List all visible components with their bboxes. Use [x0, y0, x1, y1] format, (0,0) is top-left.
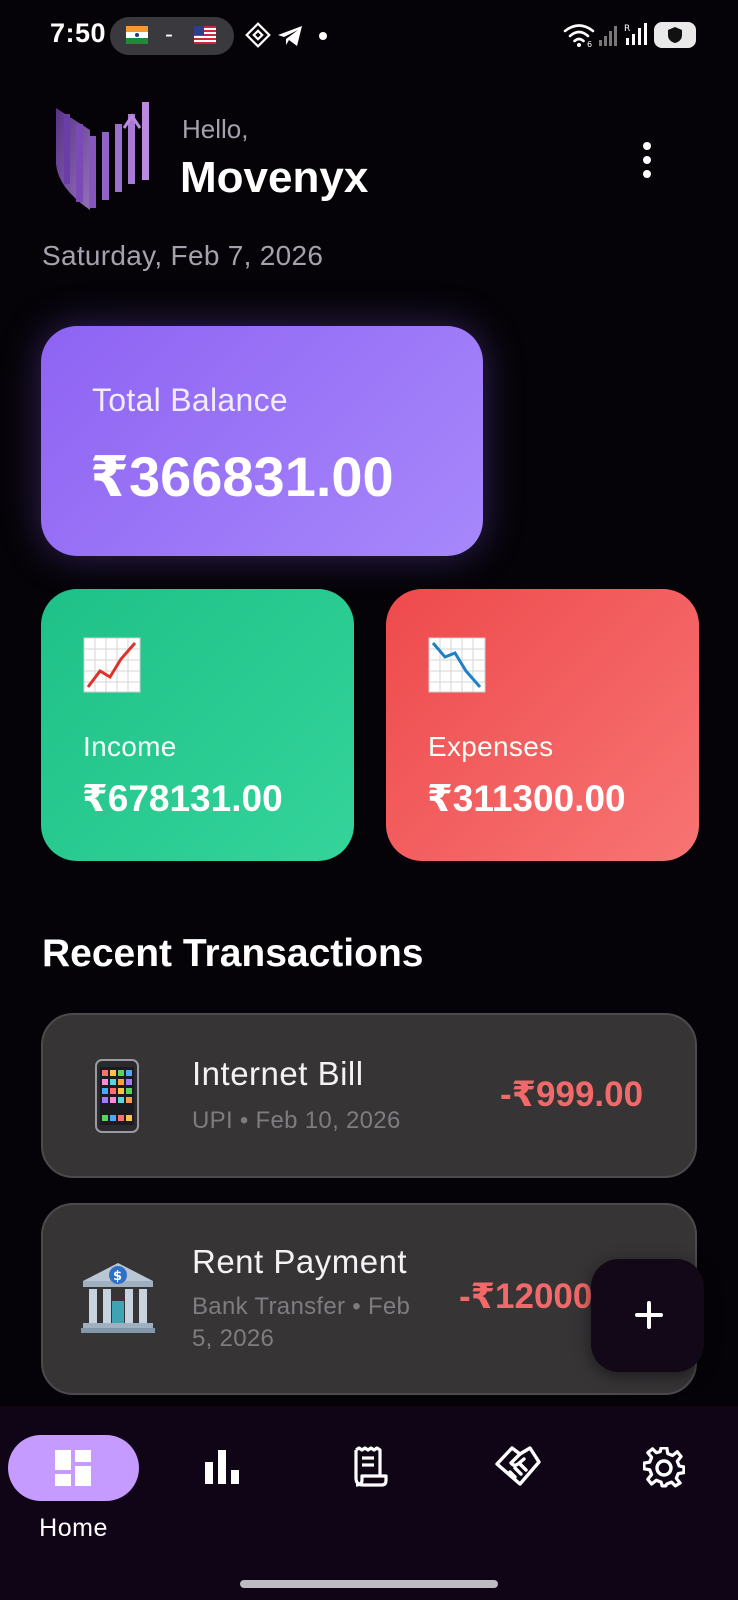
income-card[interactable]: Income ₹678131.00 [41, 589, 354, 861]
handshake-icon [495, 1446, 541, 1486]
svg-text:R: R [624, 24, 630, 34]
nav-active-indicator [8, 1435, 139, 1501]
gear-icon [643, 1447, 685, 1488]
income-amount: ₹678131.00 [82, 778, 283, 819]
mobile-phone-icon [95, 1059, 139, 1133]
svg-text:6: 6 [587, 40, 592, 48]
dashboard-icon [55, 1450, 91, 1486]
expenses-amount: ₹311300.00 [427, 778, 626, 819]
app-logo [56, 102, 149, 210]
transaction-subtitle: Bank Transfer • Feb [192, 1293, 411, 1320]
greeting-text: Hello, [182, 114, 249, 144]
transaction-title: Rent Payment [192, 1243, 408, 1280]
battery-shield-icon [654, 22, 696, 48]
expenses-label: Expenses [428, 731, 554, 762]
transaction-subtitle: UPI • Feb 10, 2026 [192, 1107, 401, 1134]
more-options-button[interactable] [630, 138, 664, 182]
binance-icon [245, 22, 271, 48]
current-date: Saturday, Feb 7, 2026 [42, 240, 324, 271]
transaction-title: Internet Bill [192, 1055, 364, 1092]
plus-icon [647, 1301, 651, 1329]
username: Movenyx [180, 153, 369, 202]
balance-amount: ₹366831.00 [90, 445, 394, 508]
status-bar: 7:50 - 6 R [0, 0, 738, 72]
more-vertical-icon [643, 170, 651, 178]
signal-icon: R [624, 23, 647, 45]
shield-icon [668, 27, 682, 43]
status-time: 7:50 [50, 18, 107, 48]
transaction-subtitle: 5, 2026 [192, 1325, 275, 1352]
bottom-navigation: Home [0, 1406, 738, 1600]
income-label: Income [83, 731, 177, 762]
chart-decreasing-icon [428, 637, 486, 693]
home-indicator[interactable] [240, 1580, 498, 1588]
home-screen: 7:50 - 6 R Hello, Movenyx Saturday, Feb … [0, 0, 738, 1600]
wifi-icon: 6 [563, 24, 595, 48]
telegram-icon [278, 26, 302, 46]
signal-icon [599, 26, 617, 46]
nav-item-statistics[interactable] [190, 1436, 254, 1500]
bank-icon: $ [81, 1263, 155, 1333]
recent-transactions-title: Recent Transactions [42, 932, 424, 975]
chart-increasing-icon [83, 637, 141, 693]
nav-item-transactions[interactable] [336, 1436, 400, 1500]
us-flag-icon [194, 26, 216, 44]
notification-dot-icon [319, 32, 327, 40]
total-balance-card[interactable]: Total Balance ₹366831.00 [41, 326, 483, 556]
transaction-amount: -₹999.00 [500, 1075, 644, 1114]
bar-chart-icon [205, 1450, 239, 1484]
expenses-card[interactable]: Expenses ₹311300.00 [386, 589, 699, 861]
svg-text:$: $ [113, 1269, 122, 1284]
nav-home-label: Home [39, 1514, 108, 1542]
balance-label: Total Balance [92, 382, 289, 418]
nav-item-home[interactable]: Home [0, 1406, 147, 1556]
transaction-item[interactable]: Internet Bill UPI • Feb 10, 2026 -₹999.0… [41, 1013, 697, 1178]
more-vertical-icon [643, 142, 651, 150]
flag-separator: - [165, 21, 173, 48]
nav-item-settings[interactable] [632, 1436, 696, 1500]
add-transaction-button[interactable] [591, 1259, 704, 1372]
transaction-amount: -₹12000 [459, 1277, 593, 1316]
nav-item-loans[interactable] [486, 1436, 550, 1500]
receipt-icon [354, 1446, 388, 1487]
india-flag-icon [126, 26, 148, 44]
currency-pill: - [110, 17, 234, 55]
more-vertical-icon [643, 156, 651, 164]
